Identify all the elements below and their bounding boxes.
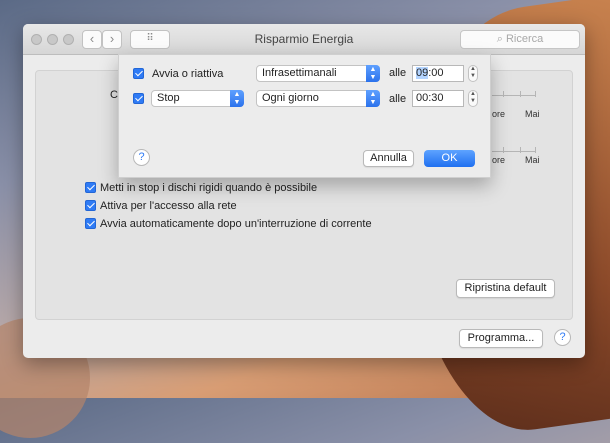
popup-arrows-icon: ▲ ▼ <box>366 65 380 82</box>
sheet-help-button[interactable]: ? <box>133 149 150 166</box>
cancel-button[interactable]: Annulla <box>363 150 414 167</box>
option-label: Metti in stop i dischi rigidi quando è p… <box>100 182 318 194</box>
sleep-action-popup[interactable]: Stop ▲ ▼ <box>151 90 244 107</box>
wake-time-minutes: :00 <box>428 67 444 79</box>
slider-label-never: Mai <box>525 155 540 165</box>
popup-arrows-icon: ▲ ▼ <box>366 90 380 107</box>
wake-label: Avvia o riattiva <box>152 68 224 80</box>
checkbox-auto-restart[interactable] <box>85 217 96 229</box>
sleep-time-field[interactable]: 00:30 <box>412 90 464 107</box>
slider-label-hours: ore <box>492 155 506 165</box>
search-placeholder: Ricerca <box>505 33 544 45</box>
slider-tick <box>520 147 521 153</box>
title-bar: ‹ › ⠿ Risparmio Energia ⌕ Ricerca <box>23 24 585 55</box>
slider-tick <box>503 147 504 153</box>
slider-label-hours: ore <box>492 109 506 119</box>
restore-defaults-button[interactable]: Ripristina default <box>456 279 555 298</box>
option-label: Attiva per l'accesso alla rete <box>100 200 237 212</box>
sleep-at-label: alle <box>389 93 407 105</box>
computer-sleep-slider[interactable] <box>492 95 536 96</box>
option-network-wake[interactable]: Attiva per l'accesso alla rete <box>85 199 237 212</box>
slider-tick <box>520 91 521 97</box>
wake-time-stepper[interactable]: ▲ ▼ <box>468 65 478 82</box>
sleep-action-value: Stop <box>157 92 180 104</box>
checkbox-network-wake[interactable] <box>85 199 96 211</box>
option-label: Avvia automaticamente dopo un'interruzio… <box>100 218 372 230</box>
wake-at-label: alle <box>389 67 407 79</box>
wake-frequency-popup[interactable]: Infrasettimanali ▲ ▼ <box>256 65 380 82</box>
ok-button[interactable]: OK <box>424 150 475 167</box>
wake-checkbox[interactable] <box>133 68 144 79</box>
search-field[interactable]: ⌕ Ricerca <box>460 30 580 49</box>
slider-tick <box>503 91 504 97</box>
sleep-checkbox[interactable] <box>133 93 144 104</box>
sleep-time-stepper[interactable]: ▲ ▼ <box>468 90 478 107</box>
schedule-button[interactable]: Programma... <box>459 329 543 348</box>
schedule-sheet: Avvia o riattiva Infrasettimanali ▲ ▼ all… <box>118 54 491 178</box>
popup-arrows-icon: ▲ ▼ <box>230 90 244 107</box>
help-button[interactable]: ? <box>554 329 571 346</box>
slider-tick <box>535 147 536 153</box>
wake-frequency-value: Infrasettimanali <box>262 67 337 79</box>
checkbox-disk-sleep[interactable] <box>85 181 96 193</box>
wake-time-hours: 09 <box>416 67 429 79</box>
slider-label-never: Mai <box>525 109 540 119</box>
sleep-frequency-popup[interactable]: Ogni giorno ▲ ▼ <box>256 90 380 107</box>
option-auto-restart[interactable]: Avvia automaticamente dopo un'interruzio… <box>85 217 372 230</box>
sleep-frequency-value: Ogni giorno <box>262 92 319 104</box>
option-disk-sleep[interactable]: Metti in stop i dischi rigidi quando è p… <box>85 181 318 194</box>
search-icon: ⌕ <box>496 33 503 45</box>
slider-tick <box>535 91 536 97</box>
wake-time-field[interactable]: 09:00 <box>412 65 464 82</box>
display-sleep-slider[interactable] <box>492 151 536 152</box>
